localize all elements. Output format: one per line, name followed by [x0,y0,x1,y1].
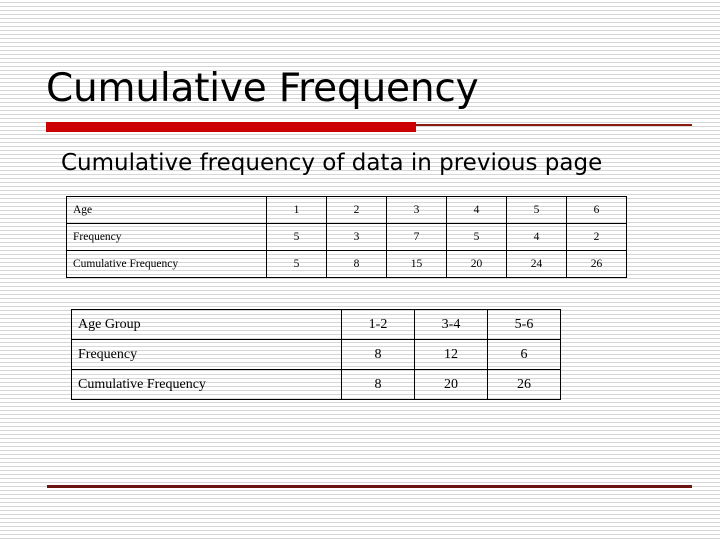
table-cell: 5 [446,223,507,251]
table-cell: 4 [446,196,507,224]
ungrouped-frequency-table: Age 1 2 3 4 5 6 Frequency 5 3 7 5 4 2 Cu… [66,196,627,278]
table-row: Frequency 8 12 6 [71,339,561,370]
table-cell: 20 [446,250,507,278]
row-label: Age [66,196,267,224]
row-label: Cumulative Frequency [66,250,267,278]
table-cell: 20 [414,369,488,400]
table-cell: 8 [326,250,387,278]
table-cell: 2 [326,196,387,224]
table-cell: 3 [386,196,447,224]
row-label: Frequency [66,223,267,251]
table-cell: 1-2 [341,309,415,340]
table-cell: 26 [566,250,627,278]
table-cell: 1 [266,196,327,224]
table-row: Age 1 2 3 4 5 6 [66,196,627,224]
table-row: Cumulative Frequency 8 20 26 [71,369,561,400]
grouped-frequency-table: Age Group 1-2 3-4 5-6 Frequency 8 12 6 C… [71,309,561,400]
table-cell: 26 [487,369,561,400]
title-rule-red-bar [46,122,416,132]
table-cell: 4 [506,223,567,251]
table-cell: 8 [341,369,415,400]
table-cell: 8 [341,339,415,370]
table-cell: 7 [386,223,447,251]
table-cell: 5 [506,196,567,224]
table-cell: 6 [487,339,561,370]
subtitle: Cumulative frequency of data in previous… [61,150,603,176]
table-cell: 5-6 [487,309,561,340]
table-cell: 15 [386,250,447,278]
title-block: Cumulative Frequency [46,66,696,112]
table-row: Age Group 1-2 3-4 5-6 [71,309,561,340]
row-label: Age Group [71,309,342,340]
table-cell: 24 [506,250,567,278]
row-label: Cumulative Frequency [71,369,342,400]
page-title: Cumulative Frequency [46,66,479,111]
table-cell: 2 [566,223,627,251]
table-cell: 12 [414,339,488,370]
table-row: Frequency 5 3 7 5 4 2 [66,223,627,251]
table-cell: 5 [266,250,327,278]
table-cell: 3 [326,223,387,251]
table-cell: 5 [266,223,327,251]
table-cell: 3-4 [414,309,488,340]
table-row: Cumulative Frequency 5 8 15 20 24 26 [66,250,627,278]
row-label: Frequency [71,339,342,370]
footer-rule [47,485,692,488]
title-accent-rule [46,121,692,132]
slide: Cumulative Frequency Cumulative frequenc… [0,0,720,540]
table-cell: 6 [566,196,627,224]
